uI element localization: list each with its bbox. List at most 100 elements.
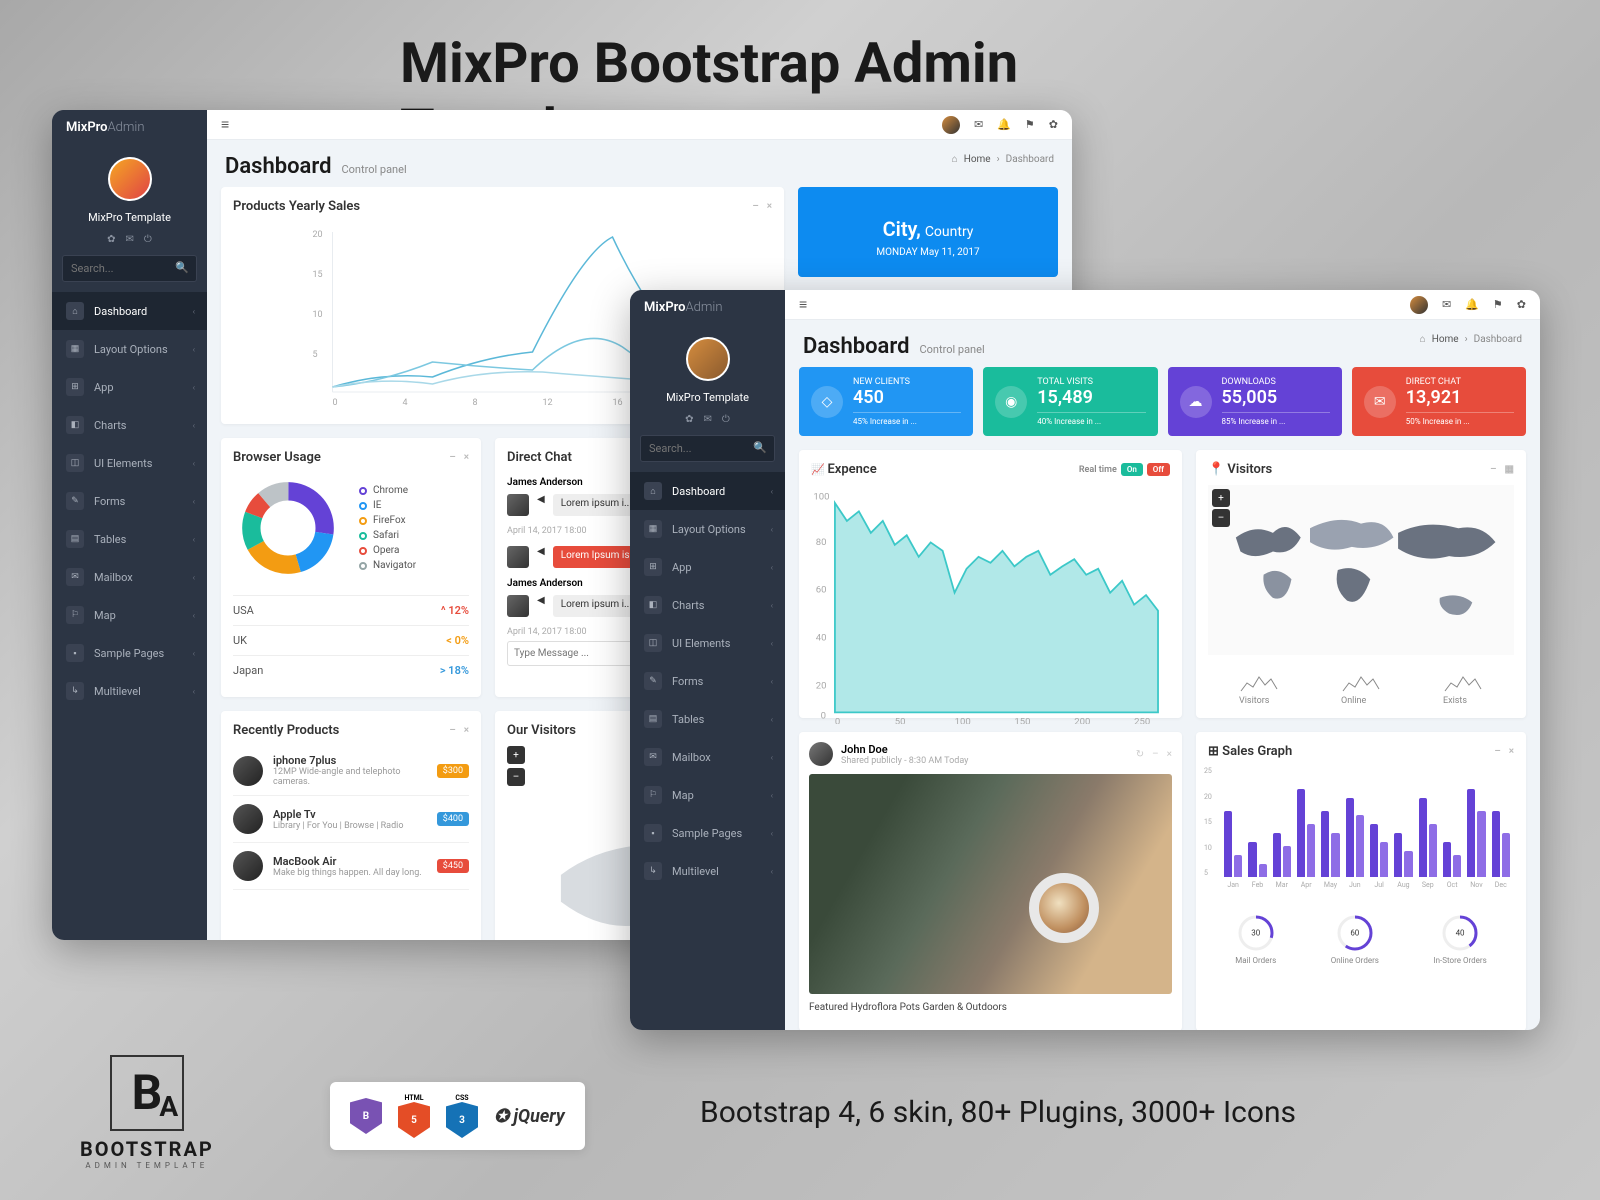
svg-text:150: 150 [1014, 716, 1030, 724]
menu-icon[interactable]: ≡ [221, 116, 229, 133]
minimize-icon[interactable]: – [1152, 749, 1159, 760]
product-row[interactable]: iphone 7plus12MP Wide-angle and telephot… [233, 746, 469, 796]
nav-forms[interactable]: ✎Forms‹ [630, 662, 785, 700]
visitor-col: Exists [1443, 673, 1483, 706]
legend-item: IE [359, 500, 416, 511]
nav-sample-pages[interactable]: ▪Sample Pages‹ [630, 814, 785, 852]
nav-charts[interactable]: ◧Charts‹ [52, 406, 207, 444]
product-row[interactable]: Apple TvLibrary | For You | Browse | Rad… [233, 796, 469, 843]
mail-icon[interactable]: ✉ [126, 234, 134, 245]
country-row: USA^ 12% [233, 595, 469, 625]
bar-chart: 252015105 JanFebMarAprMayJunJulAugSepOct… [1208, 767, 1514, 902]
country-row: UK< 0% [233, 625, 469, 655]
zoom-out-icon[interactable]: – [1212, 509, 1230, 527]
power-icon[interactable]: ⏻ [722, 414, 730, 425]
svg-text:5: 5 [313, 350, 318, 360]
stat-card[interactable]: ◉TOTAL VISITS15,48940% Increase in ... [983, 367, 1157, 436]
mail-icon[interactable]: ✉ [704, 414, 712, 425]
nav-ui-elements[interactable]: ◫UI Elements‹ [52, 444, 207, 482]
menu-icon[interactable]: ≡ [799, 296, 807, 313]
refresh-icon[interactable]: ↻ [1136, 749, 1144, 760]
post-avatar[interactable] [809, 742, 833, 766]
product-row[interactable]: MacBook AirMake big things happen. All d… [233, 843, 469, 890]
footer-logo: BA BOOTSTRAP ADMIN TEMPLATE [80, 1055, 214, 1170]
nav-layout-options[interactable]: ▦Layout Options‹ [52, 330, 207, 368]
nav-map[interactable]: ⚐Map‹ [630, 776, 785, 814]
nav-sample-pages[interactable]: ▪Sample Pages‹ [52, 634, 207, 672]
nav-layout-options[interactable]: ▦Layout Options‹ [630, 510, 785, 548]
bell-icon[interactable]: 🔔 [1465, 298, 1479, 311]
close-icon[interactable]: × [464, 725, 469, 736]
search-icon[interactable]: 🔍 [175, 261, 189, 274]
top-avatar[interactable] [1410, 296, 1428, 314]
gear-icon[interactable]: ✿ [1049, 118, 1058, 131]
avatar[interactable] [686, 337, 730, 381]
toggle-off[interactable]: Off [1147, 463, 1170, 476]
breadcrumb-home[interactable]: Home [1432, 334, 1459, 345]
tech-badges: B HTML5 CSS3 ✪ jQuery [330, 1082, 585, 1150]
nav-dashboard[interactable]: ⌂Dashboard‹ [52, 292, 207, 330]
zoom-in-icon[interactable]: + [507, 746, 525, 764]
breadcrumb-home[interactable]: Home [964, 154, 991, 165]
nav-app[interactable]: ⊞App‹ [52, 368, 207, 406]
legend-item: Safari [359, 530, 416, 541]
calendar-icon[interactable]: ▦ [1505, 464, 1514, 475]
visitor-col: Visitors [1239, 673, 1279, 706]
nav-app[interactable]: ⊞App‹ [630, 548, 785, 586]
svg-text:40: 40 [816, 633, 827, 644]
minimize-icon[interactable]: – [1490, 464, 1496, 475]
svg-text:8: 8 [473, 398, 478, 408]
mail-icon[interactable]: ✉ [974, 118, 983, 131]
nav-ui-elements[interactable]: ◫UI Elements‹ [630, 624, 785, 662]
stat-card[interactable]: ◇NEW CLIENTS45045% Increase in ... [799, 367, 973, 436]
visitor-col: Online [1341, 673, 1381, 706]
close-icon[interactable]: × [464, 452, 469, 463]
nav-multilevel[interactable]: ↳Multilevel‹ [52, 672, 207, 710]
nav-forms[interactable]: ✎Forms‹ [52, 482, 207, 520]
svg-text:20: 20 [313, 230, 323, 240]
svg-text:15: 15 [313, 270, 323, 280]
power-icon[interactable]: ⏻ [144, 234, 152, 245]
nav-tables[interactable]: ▤Tables‹ [630, 700, 785, 738]
mail-icon[interactable]: ✉ [1442, 298, 1451, 311]
gear-icon[interactable]: ✿ [107, 234, 115, 245]
flag-icon[interactable]: ⚑ [1493, 298, 1503, 311]
toggle-on[interactable]: On [1121, 463, 1143, 476]
expense-title: Expence [827, 462, 876, 477]
minimize-icon[interactable]: – [752, 201, 758, 212]
legend-item: FireFox [359, 515, 416, 526]
close-icon[interactable]: × [1509, 746, 1514, 757]
post-author: John Doe [841, 743, 968, 756]
nav-tables[interactable]: ▤Tables‹ [52, 520, 207, 558]
close-icon[interactable]: × [767, 201, 772, 212]
bell-icon[interactable]: 🔔 [997, 118, 1011, 131]
minimize-icon[interactable]: – [449, 452, 455, 463]
stat-card[interactable]: ✉DIRECT CHAT13,92150% Increase in ... [1352, 367, 1526, 436]
close-icon[interactable]: × [1167, 749, 1172, 760]
user-name: MixPro Template [630, 391, 785, 404]
minimize-icon[interactable]: – [449, 725, 455, 736]
nav-mailbox[interactable]: ✉Mailbox‹ [630, 738, 785, 776]
legend-item: Opera [359, 545, 416, 556]
flag-icon[interactable]: ⚑ [1025, 118, 1035, 131]
pin-icon: 📍 [1208, 462, 1224, 477]
zoom-in-icon[interactable]: + [1212, 489, 1230, 507]
avatar[interactable] [108, 157, 152, 201]
nav-multilevel[interactable]: ↳Multilevel‹ [630, 852, 785, 890]
user-name: MixPro Template [52, 211, 207, 224]
gear-icon[interactable]: ✿ [1517, 298, 1526, 311]
logo: MixProAdmin [52, 110, 207, 145]
top-avatar[interactable] [942, 116, 960, 134]
svg-text:80: 80 [816, 537, 827, 548]
breadcrumb: ⌂Home›Dashboard [1420, 334, 1522, 345]
grid-icon: ⊞ [1208, 744, 1219, 759]
stat-card[interactable]: ☁DOWNLOADS55,00585% Increase in ... [1168, 367, 1342, 436]
minimize-icon[interactable]: – [1494, 746, 1500, 757]
nav-dashboard[interactable]: ⌂Dashboard‹ [630, 472, 785, 510]
nav-mailbox[interactable]: ✉Mailbox‹ [52, 558, 207, 596]
nav-charts[interactable]: ◧Charts‹ [630, 586, 785, 624]
zoom-out-icon[interactable]: – [507, 768, 525, 786]
gear-icon[interactable]: ✿ [685, 414, 693, 425]
search-icon[interactable]: 🔍 [753, 441, 767, 454]
nav-map[interactable]: ⚐Map‹ [52, 596, 207, 634]
